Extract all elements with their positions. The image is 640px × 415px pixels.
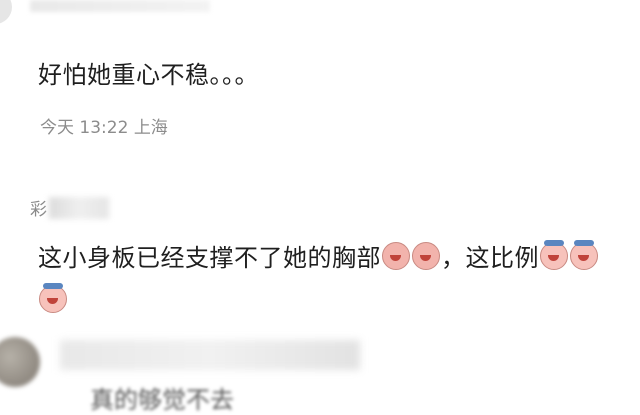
crying-face-icon: [570, 240, 598, 270]
comment-2-text: 这小身板已经支撑不了她的胸部: [38, 244, 381, 272]
next-comment-partial-text: 真的够觉不去: [90, 386, 234, 414]
next-comment-avatar[interactable]: [0, 337, 40, 387]
username-redacted: [49, 196, 109, 219]
previous-comment-avatar[interactable]: [0, 0, 12, 24]
comment-2-text-line: 这小身板已经支撑不了她的胸部 ，这比例: [38, 238, 599, 273]
crying-face-icon: [540, 240, 568, 270]
comment-1-time: 今天 13:22: [40, 118, 129, 138]
comment-1-meta: 今天 13:22 上海: [40, 113, 168, 138]
crying-face-icon: [39, 283, 67, 313]
comment-2-username[interactable]: 彩: [30, 195, 109, 220]
comment-2-text-line-2: [38, 283, 68, 315]
next-comment-username-redacted: [60, 340, 360, 370]
laughing-face-icon: [382, 242, 410, 270]
comment-1-location: 上海: [133, 118, 168, 138]
laughing-face-icon: [412, 242, 440, 270]
comment-2-text-after: ，这比例: [441, 244, 539, 272]
comment-1-text: 好怕她重心不稳。。。: [38, 61, 259, 89]
blurred-header: [30, 0, 210, 12]
